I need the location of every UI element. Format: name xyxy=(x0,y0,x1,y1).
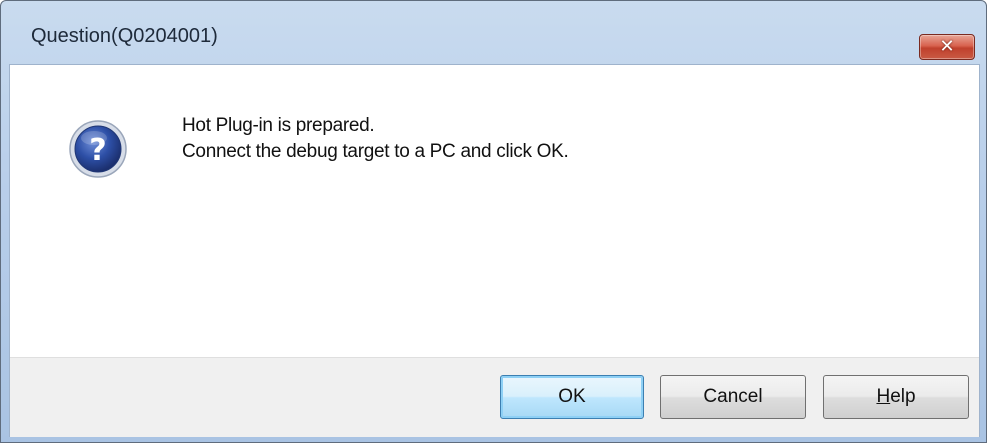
message-line-1: Hot Plug-in is prepared. xyxy=(182,115,375,136)
title-bar[interactable]: Question(Q0204001) ✕ xyxy=(1,1,986,65)
help-button[interactable]: Help xyxy=(823,375,969,419)
ok-button[interactable]: OK xyxy=(500,375,644,419)
window-title: Question(Q0204001) xyxy=(31,25,218,47)
help-mnemonic: H xyxy=(876,386,891,407)
dialog-window: Question(Q0204001) ✕ ? Hot Plug-in is pr… xyxy=(0,0,987,443)
close-icon: ✕ xyxy=(939,36,955,57)
button-bar: OK Cancel Help xyxy=(10,357,979,437)
close-button[interactable]: ✕ xyxy=(919,34,975,60)
help-label-rest: elp xyxy=(890,386,916,407)
dialog-client-area: ? Hot Plug-in is prepared. Connect the d… xyxy=(9,64,980,437)
message-area: ? Hot Plug-in is prepared. Connect the d… xyxy=(10,65,979,357)
message-line-2: Connect the debug target to a PC and cli… xyxy=(182,141,569,162)
cancel-button[interactable]: Cancel xyxy=(660,375,806,419)
svg-text:?: ? xyxy=(89,133,106,168)
question-icon: ? xyxy=(69,120,127,178)
